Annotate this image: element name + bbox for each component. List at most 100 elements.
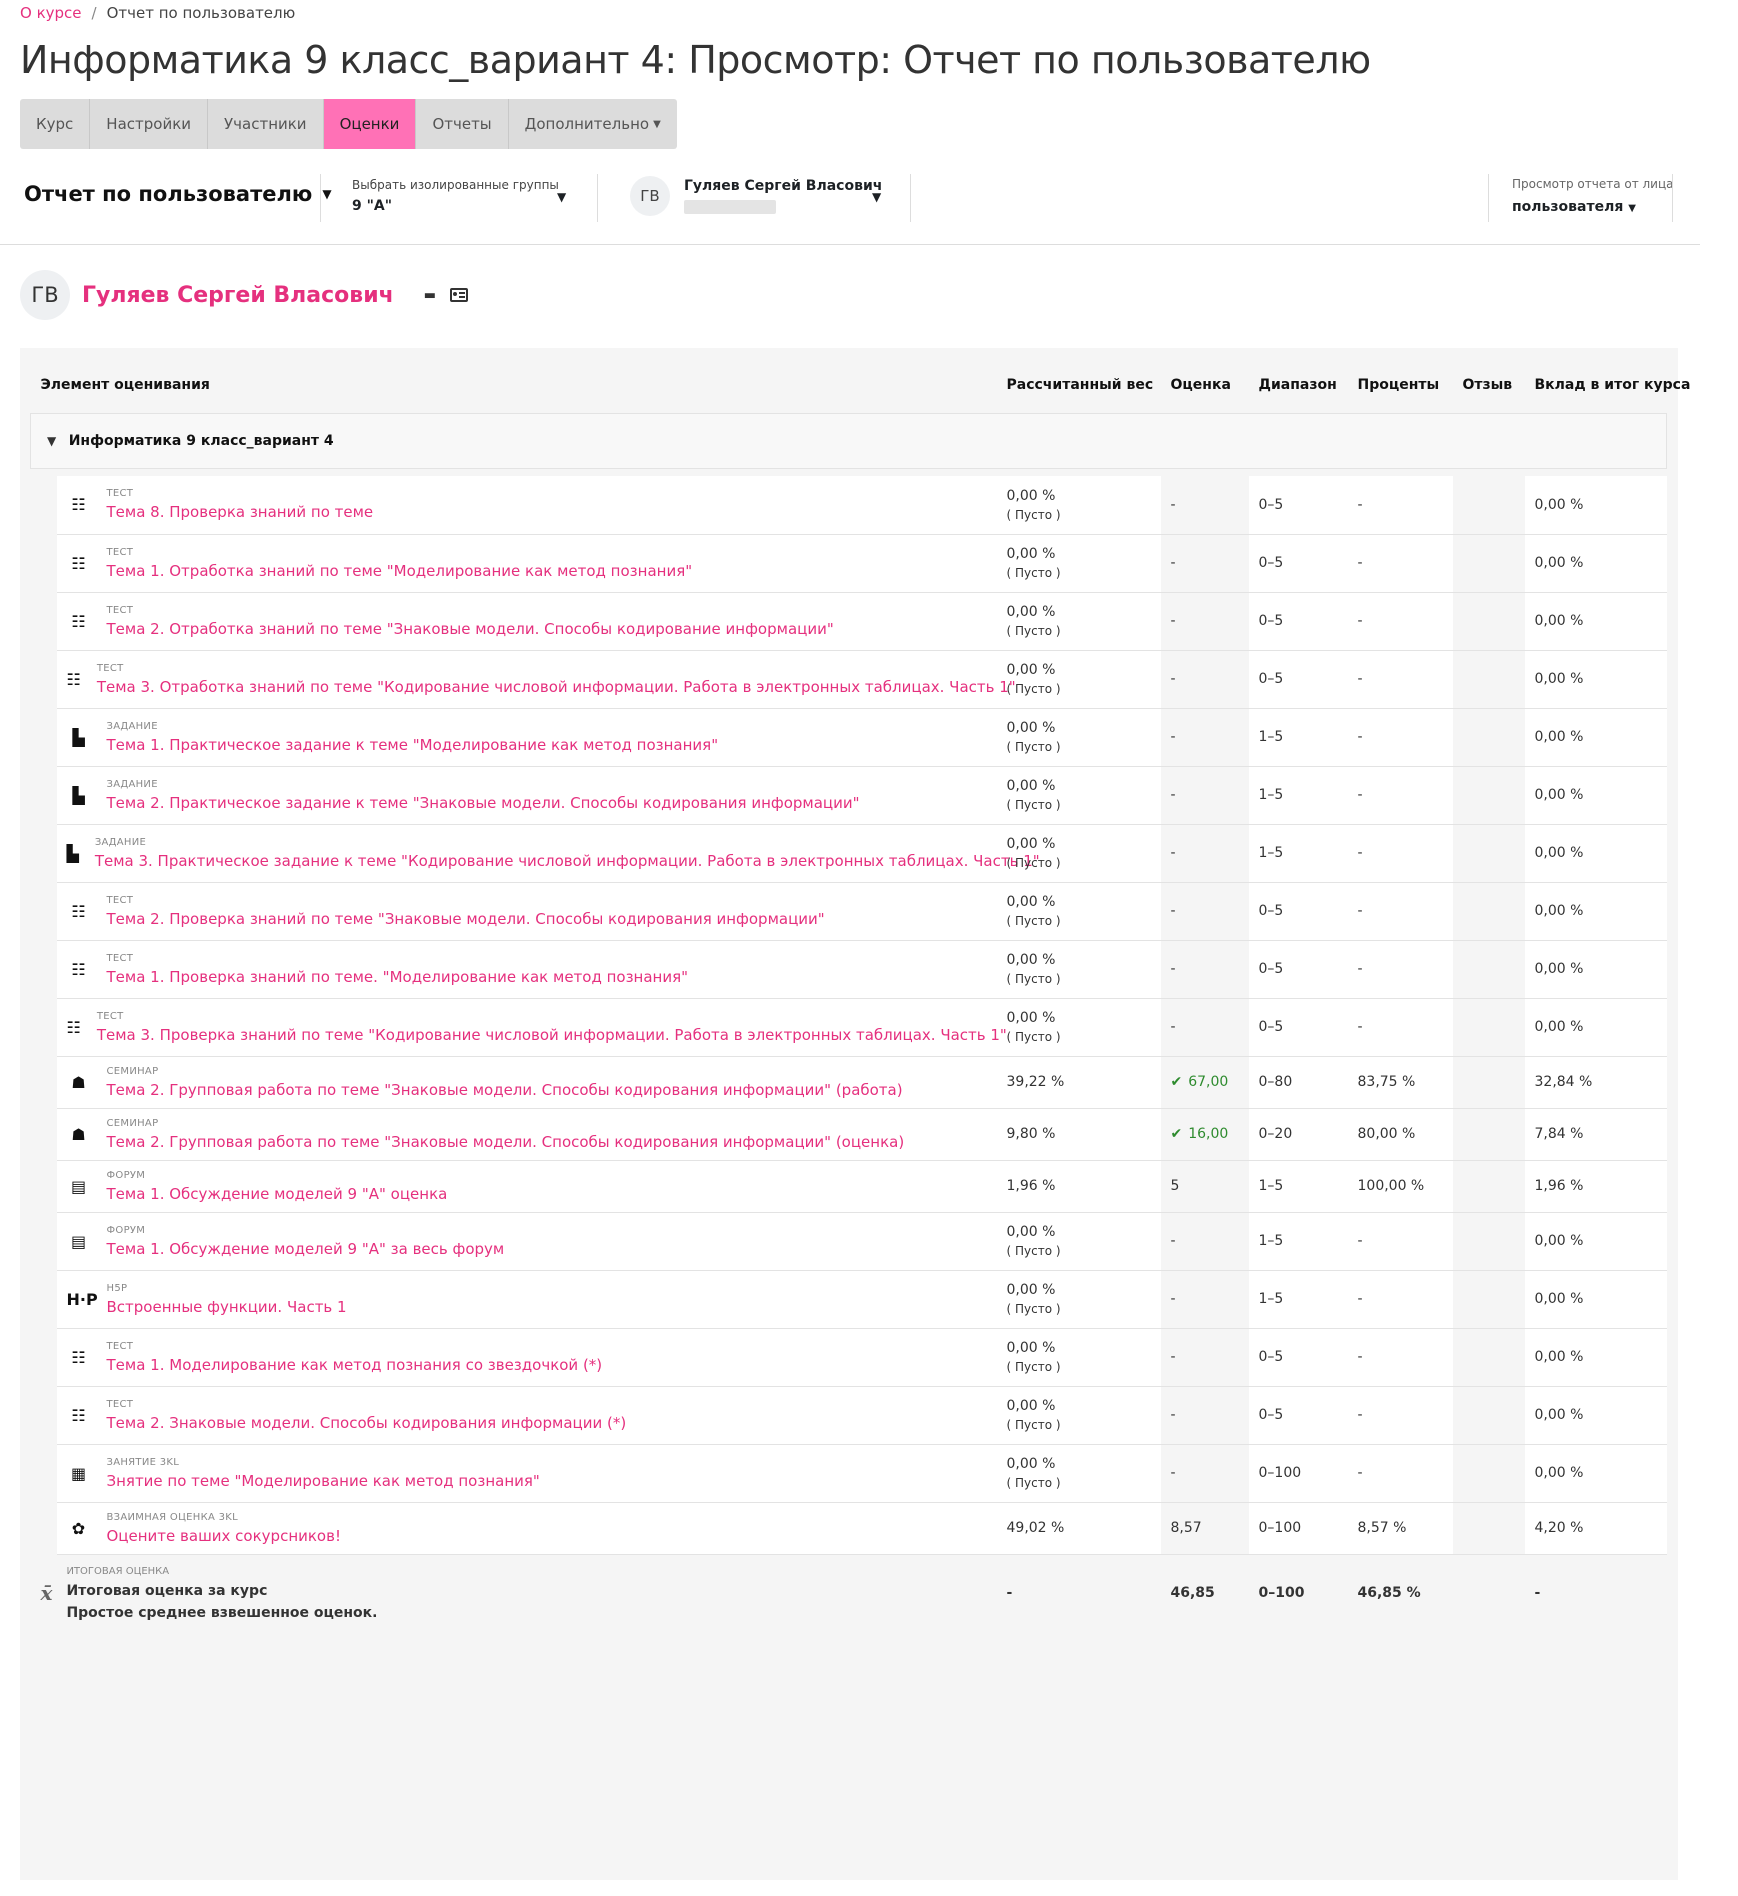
item-type: Задание bbox=[106, 778, 158, 790]
table-row: ▤ Форум Тема 1. Обсуждение моделей 9 "А"… bbox=[30, 1160, 1667, 1213]
feedback-cell bbox=[1452, 708, 1525, 767]
grade-item-link[interactable]: Тема 2. Знаковые модели. Способы кодиров… bbox=[107, 1414, 627, 1432]
table-row: H·P H5P Встроенные функции. Часть 1 0,00… bbox=[30, 1270, 1667, 1329]
grade-item-link[interactable]: Тема 1. Обсуждение моделей 9 "А" за весь… bbox=[107, 1240, 505, 1258]
percent-cell: - bbox=[1347, 708, 1453, 767]
weight-cell: 1,96 % bbox=[996, 1160, 1161, 1213]
percent-cell: 8,57 % bbox=[1347, 1502, 1453, 1555]
grade-item-link[interactable]: Тема 3. Проверка знаний по теме "Кодиров… bbox=[97, 1026, 1007, 1044]
weight-cell: 0,00 % ( Пусто ) bbox=[996, 1270, 1161, 1329]
profile-card-icon[interactable] bbox=[450, 288, 469, 302]
percent-cell: - bbox=[1347, 824, 1453, 883]
quiz-icon: ☷ bbox=[71, 611, 86, 631]
grade-item-link[interactable]: Тема 2. Проверка знаний по теме "Знаковы… bbox=[107, 910, 825, 928]
contribution-cell: 0,00 % bbox=[1524, 1270, 1667, 1329]
group-selector[interactable]: Выбрать изолированные группы 9 "А" ▼ bbox=[352, 178, 566, 214]
table-row: ☷ Тест Тема 8. Проверка знаний по теме 0… bbox=[30, 476, 1667, 535]
message-icon[interactable]: ▬ bbox=[424, 288, 436, 303]
tab-reports[interactable]: Отчеты bbox=[416, 99, 509, 149]
tab-participants[interactable]: Участники bbox=[208, 99, 324, 149]
quiz-icon: ☷ bbox=[71, 901, 86, 921]
contribution-cell: 0,00 % bbox=[1524, 998, 1667, 1057]
feedback-cell bbox=[1452, 824, 1525, 883]
grade-item-link[interactable]: Встроенные функции. Часть 1 bbox=[107, 1298, 347, 1316]
grade-cell: - bbox=[1160, 882, 1249, 941]
chevron-down-icon[interactable]: ▼ bbox=[47, 434, 56, 448]
table-row: ☷ Тест Тема 1. Отработка знаний по теме … bbox=[30, 534, 1667, 593]
table-row: ✿ Взаимная оценка 3KL Оцените ваших соку… bbox=[30, 1502, 1667, 1555]
grade-item-link[interactable]: Знятие по теме "Моделирование как метод … bbox=[107, 1472, 540, 1490]
header-percent: Проценты bbox=[1357, 377, 1440, 394]
grade-item-link[interactable]: Оцените ваших сокурсников! bbox=[107, 1527, 341, 1545]
grade-value: - bbox=[1170, 671, 1176, 687]
range-cell: 0–5 bbox=[1248, 476, 1348, 535]
weight-note: ( Пусто ) bbox=[1006, 1476, 1061, 1490]
user-header: ГВ Гуляев Сергей Власович ▬ bbox=[20, 270, 469, 320]
weight-value: 1,96 % bbox=[1006, 1178, 1056, 1194]
tab-settings[interactable]: Настройки bbox=[90, 99, 209, 149]
breadcrumb-link-course[interactable]: О курсе bbox=[20, 4, 82, 22]
grade-item-link[interactable]: Тема 1. Моделирование как метод познания… bbox=[107, 1356, 603, 1374]
grade-item-link[interactable]: Тема 2. Групповая работа по теме "Знаков… bbox=[107, 1081, 903, 1099]
total-grade: 46,85 bbox=[1160, 1554, 1249, 1632]
user-profile-link[interactable]: Гуляев Сергей Власович bbox=[82, 283, 394, 308]
range-cell: 0–5 bbox=[1248, 650, 1348, 709]
header-range: Диапазон bbox=[1258, 377, 1337, 394]
percent-cell: - bbox=[1347, 882, 1453, 941]
page-title: Информатика 9 класс_вариант 4: Просмотр:… bbox=[20, 38, 1371, 82]
tab-grades[interactable]: Оценки bbox=[323, 99, 417, 149]
grade-item-link[interactable]: Тема 3. Практическое задание к теме "Код… bbox=[95, 852, 1040, 870]
contribution-cell: 0,00 % bbox=[1524, 708, 1667, 767]
weight-value: 0,00 % bbox=[1006, 1456, 1056, 1472]
grade-cell: - bbox=[1160, 1444, 1249, 1503]
breadcrumb-current: Отчет по пользователю bbox=[106, 4, 296, 22]
view-as-selector[interactable]: Просмотр отчета от лица пользователя ▼ bbox=[1512, 177, 1674, 215]
grade-item-link[interactable]: Тема 1. Отработка знаний по теме "Модели… bbox=[107, 562, 693, 580]
row-gutter bbox=[30, 534, 57, 592]
item-cell: ▤ Форум Тема 1. Обсуждение моделей 9 "А"… bbox=[56, 1160, 997, 1213]
range-cell: 0–5 bbox=[1248, 882, 1348, 941]
item-cell: ▙ Задание Тема 3. Практическое задание к… bbox=[56, 824, 1040, 883]
contribution-cell: 0,00 % bbox=[1524, 882, 1667, 941]
item-cell: ✿ Взаимная оценка 3KL Оцените ваших соку… bbox=[56, 1502, 997, 1555]
row-gutter bbox=[30, 708, 57, 766]
tab-course[interactable]: Курс bbox=[20, 99, 91, 149]
user-selector-name: Гуляев Сергей Власович bbox=[684, 178, 883, 194]
total-item-cell: x̄ Итоговая оценка Итоговая оценка за ку… bbox=[30, 1554, 997, 1632]
feedback-cell bbox=[1452, 1386, 1525, 1445]
weight-value: 0,00 % bbox=[1006, 720, 1056, 736]
item-type: Тест bbox=[106, 1398, 134, 1410]
grade-item-link[interactable]: Тема 3. Отработка знаний по теме "Кодиро… bbox=[97, 678, 1016, 696]
feedback-cell bbox=[1452, 650, 1525, 709]
table-row: ☷ Тест Тема 3. Проверка знаний по теме "… bbox=[30, 998, 1667, 1057]
grade-value: - bbox=[1170, 845, 1176, 861]
table-row: ☷ Тест Тема 2. Проверка знаний по теме "… bbox=[30, 882, 1667, 941]
item-type: Тест bbox=[96, 1010, 124, 1022]
grade-item-link[interactable]: Тема 2. Отработка знаний по теме "Знаков… bbox=[107, 620, 834, 638]
weight-cell: 0,00 % ( Пусто ) bbox=[996, 650, 1161, 709]
weight-note: ( Пусто ) bbox=[1006, 1030, 1061, 1044]
total-subtitle: Простое среднее взвешенное оценок. bbox=[66, 1604, 378, 1621]
user-selector[interactable]: ГВ Гуляев Сергей Власович ▼ bbox=[630, 176, 882, 216]
grade-item-link[interactable]: Тема 1. Практическое задание к теме "Мод… bbox=[107, 736, 719, 754]
grade-item-link[interactable]: Тема 2. Практическое задание к теме "Зна… bbox=[107, 794, 860, 812]
weight-note: ( Пусто ) bbox=[1006, 566, 1061, 580]
table-row: ▦ Занятие 3KL Знятие по теме "Моделирова… bbox=[30, 1444, 1667, 1503]
range-cell: 0–5 bbox=[1248, 940, 1348, 999]
grade-item-link[interactable]: Тема 1. Проверка знаний по теме. "Модели… bbox=[107, 968, 689, 986]
quiz-icon: ☷ bbox=[71, 495, 86, 515]
weight-value: 49,02 % bbox=[1006, 1520, 1065, 1536]
breadcrumb: О курсе / Отчет по пользователю bbox=[20, 4, 295, 22]
percent-cell: 80,00 % bbox=[1347, 1108, 1453, 1161]
group-selector-label: Выбрать изолированные группы bbox=[352, 178, 559, 192]
report-type-selector[interactable]: Отчет по пользователю ▼ bbox=[24, 182, 332, 206]
grade-item-link[interactable]: Тема 1. Обсуждение моделей 9 "А" оценка bbox=[107, 1185, 448, 1203]
assignment-icon: ▙ bbox=[72, 727, 85, 747]
percent-cell: - bbox=[1347, 1444, 1453, 1503]
grade-value: 5 bbox=[1170, 1178, 1180, 1194]
grade-item-link[interactable]: Тема 2. Групповая работа по теме "Знаков… bbox=[107, 1133, 905, 1151]
tab-more[interactable]: Дополнительно ▼ bbox=[509, 99, 677, 149]
grade-item-link[interactable]: Тема 8. Проверка знаний по теме bbox=[107, 503, 374, 521]
row-gutter bbox=[30, 882, 57, 940]
weight-value: 0,00 % bbox=[1006, 894, 1056, 910]
